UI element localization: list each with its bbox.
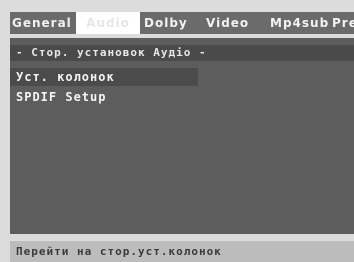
status-bar: Перейти на стор.уст.колонок <box>10 241 354 262</box>
tab-dolby[interactable]: Dolby <box>144 12 196 34</box>
menu-item-speaker-setup[interactable]: Уст. колонок <box>10 68 198 86</box>
tab-video[interactable]: Video <box>206 12 258 34</box>
tab-mp4sub[interactable]: Mp4sub <box>270 12 330 34</box>
tab-general[interactable]: General <box>12 12 74 34</box>
audio-setup-panel: - Стор. установок Аудіо - Уст. колонок S… <box>10 38 354 234</box>
panel-title: - Стор. установок Аудіо - <box>10 45 354 61</box>
setup-tab-bar: General Audio Dolby Video Mp4sub Pref <box>10 12 354 34</box>
tab-audio[interactable]: Audio <box>76 12 140 34</box>
tab-preferences[interactable]: Pref <box>332 12 354 34</box>
dvd-setup-screen: General Audio Dolby Video Mp4sub Pref - … <box>0 0 354 262</box>
menu-item-spdif-setup[interactable]: SPDIF Setup <box>10 88 198 106</box>
